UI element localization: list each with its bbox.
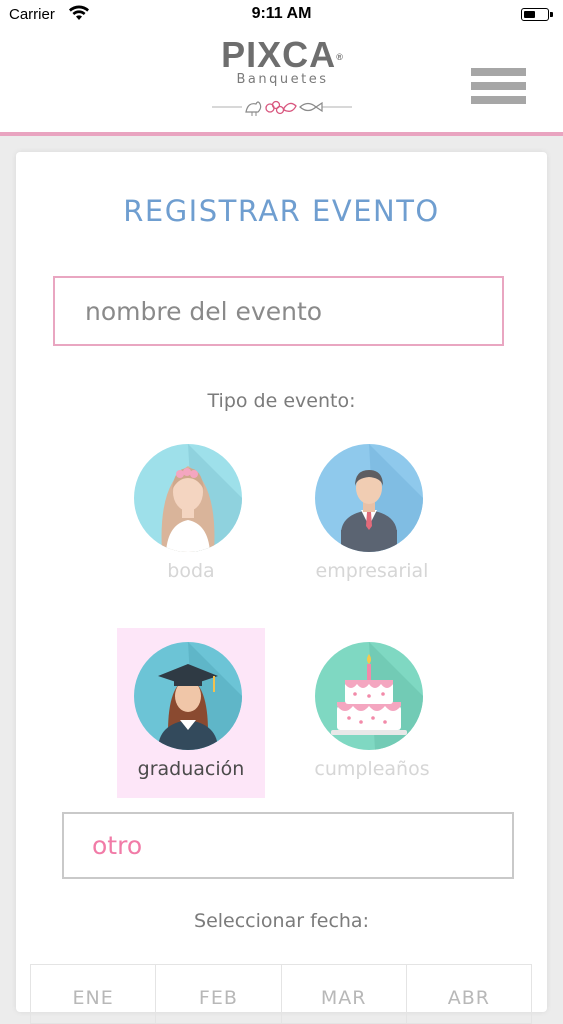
birthday-cake-icon (315, 642, 423, 750)
event-type-empresarial[interactable]: empresarial (298, 430, 446, 600)
event-type-boda[interactable]: boda (117, 430, 265, 600)
event-name-input[interactable] (53, 276, 504, 346)
event-type-label-empresarial: empresarial (315, 560, 429, 582)
month-abr[interactable]: ABR (407, 965, 531, 1023)
event-type-label-cumpleanos: cumpleaños (314, 758, 430, 780)
businessman-icon (315, 444, 423, 552)
graduate-icon (134, 642, 242, 750)
status-bar: Carrier 9:11 AM (0, 0, 563, 30)
select-date-label: Seleccionar fecha: (194, 910, 369, 932)
logo-brand: PIXCA® (221, 34, 344, 75)
clock: 9:11 AM (251, 5, 312, 22)
battery-icon (521, 8, 553, 21)
hamburger-menu-icon[interactable] (471, 68, 527, 112)
event-type-graduacion[interactable]: graduación (117, 628, 265, 798)
event-type-label: Tipo de evento: (207, 390, 356, 412)
logo[interactable]: PIXCA® Banquetes (200, 36, 365, 120)
register-event-card: REGISTRAR EVENTO Tipo de evento: boda (16, 152, 547, 1024)
month-selector: ENE FEB MAR ABR (30, 964, 532, 1024)
app-header: PIXCA® Banquetes (0, 30, 563, 136)
event-type-label-graduacion: graduación (137, 758, 245, 780)
month-mar[interactable]: MAR (282, 965, 407, 1023)
event-type-cumpleanos[interactable]: cumpleaños (298, 628, 446, 798)
event-type-label-boda: boda (167, 560, 215, 582)
logo-ornament-icon (212, 100, 352, 116)
month-feb[interactable]: FEB (156, 965, 282, 1023)
month-ene[interactable]: ENE (31, 965, 157, 1023)
bride-icon (134, 444, 242, 552)
other-event-input[interactable] (62, 812, 514, 879)
header-divider (0, 132, 563, 136)
page-title: REGISTRAR EVENTO (123, 194, 440, 228)
